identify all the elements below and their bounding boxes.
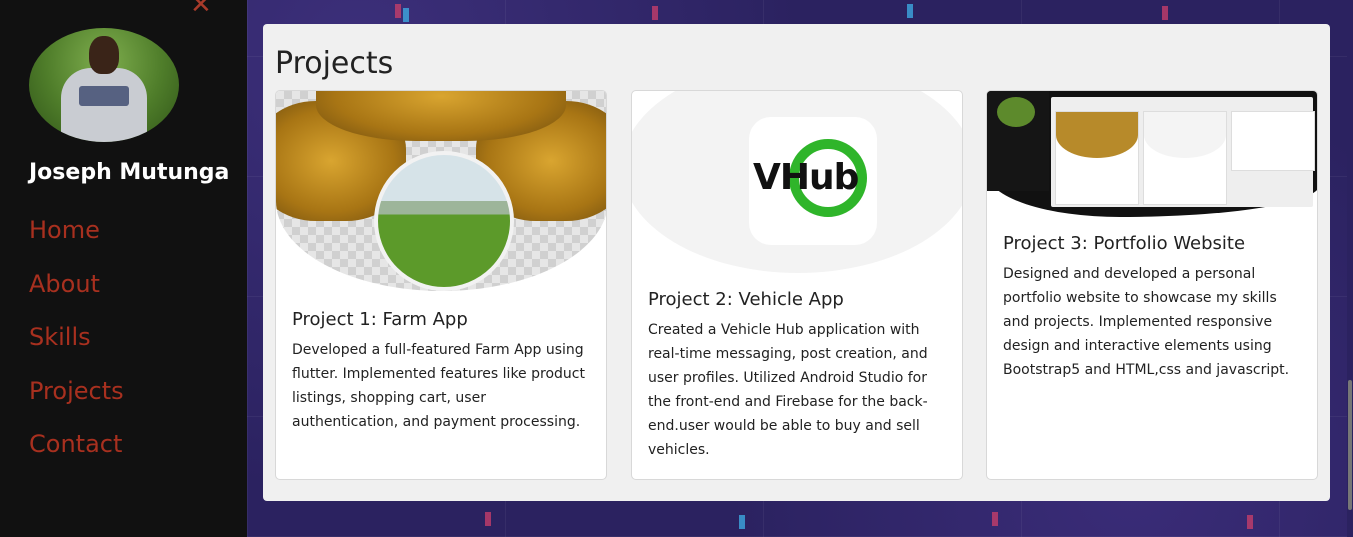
background-decoration xyxy=(1162,6,1168,20)
nav-link-skills[interactable]: Skills xyxy=(29,319,124,373)
nav-link-home[interactable]: Home xyxy=(29,212,124,266)
background-decoration xyxy=(403,8,409,22)
screenshot-sidebar xyxy=(987,91,1049,191)
card-body: Project 3: Portfolio Website Designed an… xyxy=(1003,233,1303,382)
card-title: Project 2: Vehicle App xyxy=(648,289,844,310)
background-decoration xyxy=(907,4,913,18)
card-description: Developed a full-featured Farm App using… xyxy=(292,342,585,430)
screenshot-card xyxy=(1055,111,1139,205)
card-body: Project 2: Vehicle App Created a Vehicle… xyxy=(648,289,948,462)
close-icon[interactable]: ✕ xyxy=(190,0,212,18)
screenshot-card-image xyxy=(1056,112,1138,158)
background-decoration xyxy=(395,4,401,18)
user-name: Joseph Mutunga xyxy=(29,160,230,185)
screenshot-card xyxy=(1143,111,1227,205)
avatar xyxy=(29,28,179,142)
project-image-farm[interactable] xyxy=(276,91,606,291)
project-card-farm-app: Project 1: Farm App Developed a full-fea… xyxy=(275,90,607,480)
sidebar: ✕ Joseph Mutunga Home About Skills Proje… xyxy=(0,0,247,537)
vhub-logo: VHub xyxy=(749,117,877,245)
nav-link-about[interactable]: About xyxy=(29,266,124,320)
scrollbar-thumb[interactable] xyxy=(1348,380,1352,510)
projects-section: Projects Project 1: Farm App Developed a… xyxy=(263,24,1330,501)
nav-link-projects[interactable]: Projects xyxy=(29,373,124,427)
screenshot-panel xyxy=(1051,97,1315,207)
background-decoration xyxy=(992,512,998,526)
background-decoration xyxy=(652,6,658,20)
card-description: Designed and developed a personal portfo… xyxy=(1003,266,1290,378)
sidebar-nav: Home About Skills Projects Contact xyxy=(29,212,124,480)
avatar-head xyxy=(89,36,119,74)
rice-field-graphic xyxy=(374,151,514,291)
section-title: Projects xyxy=(275,46,394,81)
nav-link-contact[interactable]: Contact xyxy=(29,426,124,480)
project-card-portfolio: Project 3: Portfolio Website Designed an… xyxy=(986,90,1318,480)
scrollbar[interactable] xyxy=(1347,0,1353,537)
project-card-vehicle-app: VHub Project 2: Vehicle App Created a Ve… xyxy=(631,90,963,480)
card-title: Project 3: Portfolio Website xyxy=(1003,233,1246,254)
card-title: Project 1: Farm App xyxy=(292,309,468,330)
screenshot-card xyxy=(1231,111,1315,171)
card-body: Project 1: Farm App Developed a full-fea… xyxy=(292,309,592,434)
screenshot-avatar xyxy=(997,97,1035,127)
background-decoration xyxy=(739,515,745,529)
vhub-logo-text: VHub xyxy=(753,157,859,198)
background-decoration xyxy=(1247,515,1253,529)
screenshot-card-image xyxy=(1144,112,1226,158)
card-description: Created a Vehicle Hub application with r… xyxy=(648,322,928,458)
background-decoration xyxy=(485,512,491,526)
project-image-portfolio[interactable] xyxy=(987,91,1317,217)
avatar-shirt-print xyxy=(79,86,129,106)
